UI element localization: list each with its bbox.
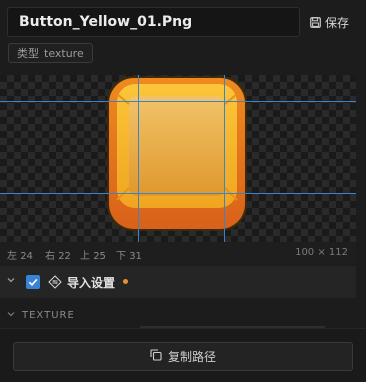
slice-guide-right[interactable] — [224, 75, 225, 242]
copy-path-button[interactable]: 复制路径 — [13, 342, 353, 371]
sliders-icon — [48, 274, 62, 293]
button-sprite-image — [107, 76, 247, 231]
asset-name-field[interactable]: Button_Yellow_01.Png — [7, 7, 300, 37]
border-right: 右 22 — [45, 251, 71, 262]
slice-guide-top[interactable] — [0, 101, 356, 102]
scrollbar[interactable] — [356, 42, 366, 328]
slice-guide-left[interactable] — [138, 75, 139, 242]
import-settings-checkbox[interactable] — [26, 275, 40, 289]
floppy-disk-icon — [310, 16, 321, 28]
type-badge: 类型 texture — [8, 43, 93, 63]
modified-indicator — [123, 279, 128, 284]
border-left: 左 24 — [7, 251, 33, 262]
chevron-down-icon[interactable] — [7, 310, 15, 321]
texture-section-header[interactable]: TEXTURE — [0, 307, 356, 328]
slice-border-info: 左 24 右 22 上 25 下 31 100 × 112 — [0, 242, 356, 264]
texture-size: 100 × 112 — [295, 247, 348, 258]
texture-section-label: TEXTURE — [22, 310, 75, 321]
type-badge-value: texture — [44, 46, 84, 60]
import-settings-label: 导入设置 — [67, 276, 116, 290]
save-button-label: 保存 — [325, 15, 350, 30]
border-bottom: 下 31 — [116, 251, 142, 262]
chevron-down-icon[interactable] — [7, 276, 15, 287]
copy-path-label: 复制路径 — [167, 350, 216, 364]
footer: 复制路径 — [0, 328, 366, 382]
type-badge-key: 类型 — [17, 47, 39, 60]
save-button[interactable]: 保存 — [310, 12, 349, 32]
border-top: 上 25 — [80, 251, 106, 262]
import-settings-header[interactable]: 导入设置 — [0, 266, 356, 298]
asset-header: Button_Yellow_01.Png 保存 — [0, 0, 366, 42]
copy-icon — [150, 349, 162, 364]
texture-preview[interactable] — [0, 75, 356, 242]
slice-guide-bottom[interactable] — [0, 193, 356, 194]
